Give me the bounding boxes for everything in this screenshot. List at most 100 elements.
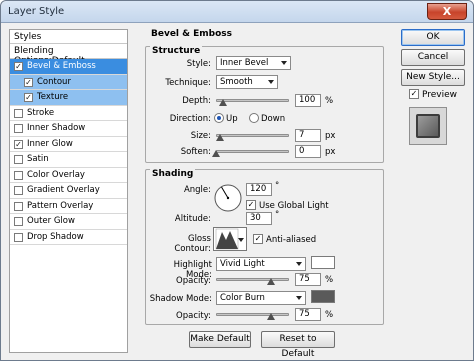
preview-checkbox[interactable]: ✓ — [409, 89, 419, 99]
shadow-opacity-label: Opacity: — [176, 311, 211, 321]
close-button[interactable]: X — [427, 3, 467, 20]
style-item-contour[interactable]: ✓ Contour — [10, 74, 127, 90]
style-item-outer-glow[interactable]: Outer Glow — [10, 214, 127, 230]
style-item-label: Outer Glow — [27, 216, 75, 226]
depth-slider-thumb[interactable] — [219, 99, 228, 106]
highlight-opacity-slider[interactable] — [216, 278, 289, 281]
shading-title: Shading — [150, 169, 196, 179]
angle-unit: ° — [275, 181, 280, 191]
angle-field[interactable]: 120 — [246, 183, 272, 196]
chevron-down-icon — [268, 80, 274, 84]
style-item-label: Gradient Overlay — [27, 185, 100, 195]
soften-slider-thumb[interactable] — [212, 150, 220, 157]
shadow-mode-select[interactable]: Color Burn — [216, 291, 306, 305]
highlight-opacity-slider-thumb[interactable] — [266, 278, 275, 285]
soften-slider[interactable] — [216, 150, 289, 153]
make-default-button[interactable]: Make Default — [189, 331, 251, 348]
style-label: Style: — [186, 59, 211, 69]
style-item-label: Satin — [27, 154, 49, 164]
shadow-opacity-unit: % — [325, 310, 334, 320]
ok-button[interactable]: OK — [401, 29, 465, 46]
style-item-stroke[interactable]: Stroke — [10, 106, 127, 121]
style-item-label: Color Overlay — [27, 169, 85, 180]
shadow-opacity-slider[interactable] — [216, 313, 289, 316]
style-item-checkbox[interactable] — [14, 155, 23, 164]
use-global-light-label: Use Global Light — [259, 201, 329, 211]
size-slider-thumb[interactable] — [215, 134, 224, 141]
style-item-label: Pattern Overlay — [27, 200, 94, 211]
size-field[interactable]: 7 — [295, 129, 321, 142]
direction-down-label: Down — [261, 114, 286, 124]
style-item-checkbox[interactable] — [14, 186, 23, 195]
altitude-unit: ° — [275, 210, 280, 220]
styles-list: Styles Blending Options:Default ✓ Bevel &… — [9, 29, 128, 353]
style-item-checkbox[interactable] — [14, 201, 23, 211]
reset-to-default-button[interactable]: Reset to Default — [261, 331, 335, 359]
style-item-label: Contour — [37, 76, 71, 87]
style-item-inner-shadow[interactable]: Inner Shadow — [10, 121, 127, 137]
structure-title: Structure — [150, 46, 203, 56]
technique-select[interactable]: Smooth — [216, 75, 278, 89]
highlight-opacity-field[interactable]: 75 — [295, 273, 321, 286]
size-slider[interactable] — [216, 134, 289, 137]
chevron-down-icon — [296, 296, 302, 300]
styles-header[interactable]: Styles — [10, 30, 127, 44]
new-style-button[interactable]: New Style... — [401, 69, 465, 86]
style-item-checkbox[interactable] — [14, 232, 23, 242]
altitude-label: Altitude: — [174, 214, 211, 224]
soften-label: Soften: — [180, 147, 211, 157]
chevron-down-icon — [238, 238, 244, 242]
style-item-label: Inner Shadow — [27, 123, 86, 133]
style-select[interactable]: Inner Bevel — [216, 56, 291, 70]
technique-select-value: Smooth — [220, 77, 253, 87]
style-item-label: Texture — [37, 92, 69, 102]
style-item-checkbox[interactable]: ✓ — [14, 139, 23, 149]
style-item-texture[interactable]: ✓ Texture — [10, 90, 127, 106]
style-item-gradient-overlay[interactable]: Gradient Overlay — [10, 183, 127, 199]
anti-aliased-label: Anti-aliased — [266, 235, 317, 245]
contour-curve-icon — [215, 228, 239, 250]
shadow-opacity-slider-thumb[interactable] — [266, 313, 275, 320]
gloss-contour-picker[interactable] — [213, 227, 247, 251]
style-item-checkbox[interactable]: ✓ — [14, 62, 23, 71]
cancel-button[interactable]: Cancel — [401, 49, 465, 66]
style-select-value: Inner Bevel — [220, 58, 269, 68]
highlight-opacity-unit: % — [325, 275, 334, 285]
highlight-mode-select[interactable]: Vivid Light — [216, 257, 306, 271]
style-item-color-overlay[interactable]: Color Overlay — [10, 168, 127, 183]
depth-field[interactable]: 100 — [295, 94, 321, 107]
direction-down-radio[interactable] — [249, 113, 259, 123]
shadow-color-swatch[interactable] — [311, 290, 335, 303]
depth-label: Depth: — [182, 96, 211, 106]
style-item-inner-glow[interactable]: ✓ Inner Glow — [10, 137, 127, 152]
bevel-emboss-title: Bevel & Emboss — [151, 29, 232, 39]
direction-up-radio[interactable] — [214, 113, 224, 123]
style-item-label: Drop Shadow — [27, 231, 84, 242]
layer-style-dialog: Layer Style X Styles Blending Options:De… — [0, 0, 474, 361]
anti-aliased-checkbox[interactable]: ✓ — [253, 234, 263, 244]
use-global-light-checkbox[interactable]: ✓ — [246, 200, 256, 210]
blending-options-item[interactable]: Blending Options:Default — [10, 44, 127, 66]
style-item-drop-shadow[interactable]: Drop Shadow — [10, 230, 127, 245]
soften-field[interactable]: 0 — [295, 145, 321, 158]
highlight-color-swatch[interactable] — [311, 256, 335, 269]
title-bar[interactable]: Layer Style X — [1, 1, 473, 23]
style-item-checkbox[interactable] — [14, 124, 23, 133]
angle-dial[interactable] — [213, 183, 243, 213]
style-item-checkbox[interactable] — [14, 170, 23, 180]
style-item-bevel-emboss[interactable]: ✓ Bevel & Emboss — [10, 59, 127, 75]
direction-up-label: Up — [226, 114, 238, 124]
style-item-satin[interactable]: Satin — [10, 152, 127, 168]
altitude-field[interactable]: 30 — [246, 212, 272, 225]
size-label: Size: — [190, 131, 211, 141]
shadow-opacity-field[interactable]: 75 — [295, 308, 321, 321]
style-item-checkbox[interactable]: ✓ — [24, 77, 33, 87]
style-item-checkbox[interactable]: ✓ — [24, 93, 33, 102]
style-item-checkbox[interactable] — [14, 217, 23, 226]
chevron-down-icon — [296, 262, 302, 266]
highlight-opacity-label: Opacity: — [176, 276, 211, 286]
size-unit: px — [325, 131, 336, 141]
style-item-label: Inner Glow — [27, 138, 73, 149]
style-item-pattern-overlay[interactable]: Pattern Overlay — [10, 199, 127, 214]
style-item-checkbox[interactable] — [14, 108, 23, 118]
